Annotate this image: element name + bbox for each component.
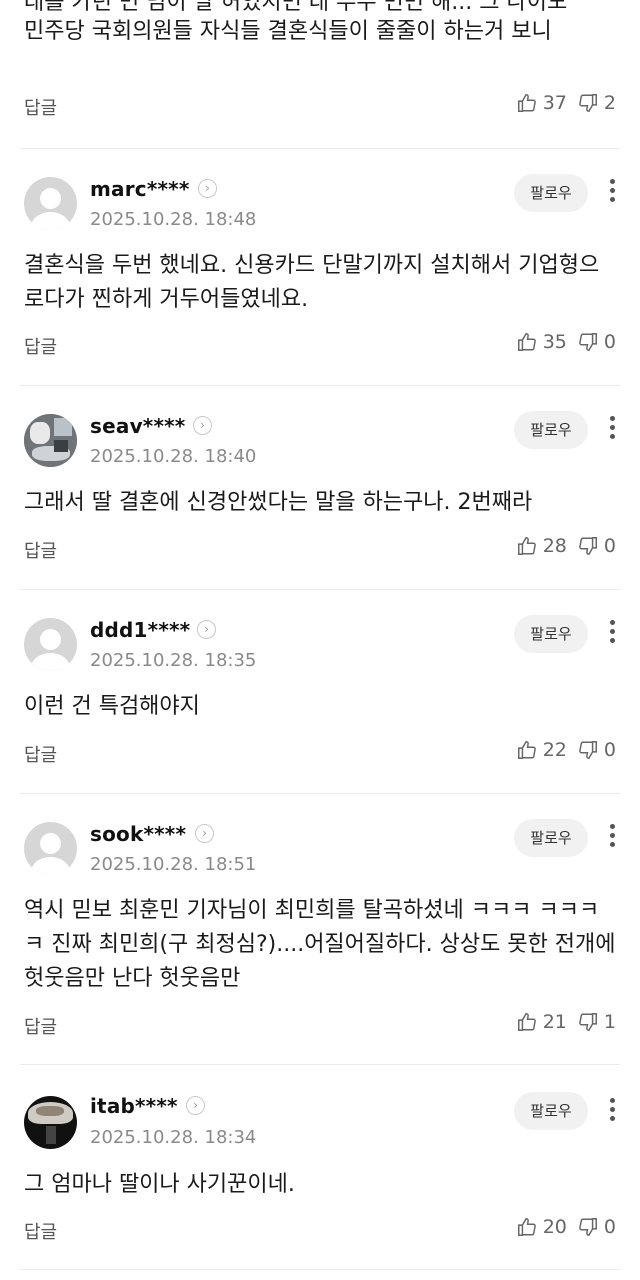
more-options-icon[interactable] xyxy=(608,179,616,206)
comment-date: 2025.10.28. 18:51 xyxy=(90,854,257,875)
comment-item: marc**** › 2025.10.28. 18:48 팔로우 결혼식을 두번… xyxy=(0,149,640,385)
dislike-count: 0 xyxy=(603,535,616,557)
follow-button[interactable]: 팔로우 xyxy=(514,1092,588,1130)
comment-text: 그래서 딸 결혼에 신경안썼다는 말을 하는구나. 2번째라 xyxy=(24,490,533,515)
comment-text: 그 엄마나 딸이나 사기꾼이네. xyxy=(24,1172,295,1197)
like-button[interactable]: 22 xyxy=(516,739,567,761)
comment-date: 2025.10.28. 18:40 xyxy=(90,446,257,467)
dislike-count: 0 xyxy=(603,739,616,761)
like-button[interactable]: 37 xyxy=(516,92,567,114)
like-count: 21 xyxy=(542,1011,567,1033)
thumbs-up-icon xyxy=(517,741,536,759)
follow-button[interactable]: 팔로우 xyxy=(514,819,588,857)
reactions: 21 1 xyxy=(516,1011,616,1033)
comment-item: ddd1**** › 2025.10.28. 18:35 팔로우 이런 건 특검… xyxy=(0,590,640,793)
thumbs-down-icon xyxy=(579,741,597,759)
follow-button[interactable]: 팔로우 xyxy=(514,174,588,212)
more-options-icon[interactable] xyxy=(608,1098,616,1125)
thumbs-down-icon xyxy=(579,537,597,555)
thumbs-down-icon xyxy=(579,94,597,112)
avatar[interactable] xyxy=(24,1096,77,1149)
chevron-right-icon[interactable]: › xyxy=(195,824,214,843)
like-count: 20 xyxy=(542,1216,567,1238)
dislike-count: 2 xyxy=(603,92,616,114)
like-button[interactable]: 21 xyxy=(516,1011,567,1033)
thumbs-up-icon xyxy=(517,94,536,112)
dislike-count: 0 xyxy=(603,331,616,353)
comment-item: sook**** › 2025.10.28. 18:51 팔로우 역시 믿보 최… xyxy=(0,794,640,1064)
username[interactable]: itab**** xyxy=(90,1094,178,1118)
comment-text: 역시 믿보 최훈민 기자님이 최민희를 탈곡하셨네 ㅋㅋㅋ ㅋㅋㅋㅋ 진짜 최민… xyxy=(24,898,616,991)
like-count: 37 xyxy=(542,92,567,114)
comment-feed: 대를 가던 면 님이 발 허었지면 대 무우 면면 해... 그 나이도 민주당… xyxy=(0,0,640,1280)
reply-button[interactable]: 답글 xyxy=(24,537,57,563)
dislike-button[interactable]: 0 xyxy=(577,1216,616,1238)
reply-button[interactable]: 답글 xyxy=(24,333,57,359)
username[interactable]: marc**** xyxy=(90,177,190,201)
comment-text: 민주당 국회의원들 자식들 결혼식들이 줄줄이 하는거 보니 xyxy=(24,19,552,44)
like-button[interactable]: 35 xyxy=(516,331,567,353)
username[interactable]: sook**** xyxy=(90,822,186,846)
reply-button[interactable]: 답글 xyxy=(24,1218,57,1244)
follow-button[interactable]: 팔로우 xyxy=(514,615,588,653)
reactions: 28 0 xyxy=(516,535,616,557)
follow-button[interactable]: 팔로우 xyxy=(514,411,588,449)
thumbs-down-icon xyxy=(579,1013,597,1031)
comment-date: 2025.10.28. 18:35 xyxy=(90,650,257,671)
reply-button[interactable]: 답글 xyxy=(24,94,57,120)
username[interactable]: ddd1**** xyxy=(90,618,190,642)
reactions: 35 0 xyxy=(516,331,616,353)
comment-item: itab**** › 2025.10.28. 18:34 팔로우 그 엄마나 딸… xyxy=(0,1065,640,1269)
dislike-count: 0 xyxy=(603,1216,616,1238)
divider xyxy=(20,1269,620,1270)
reactions: 37 2 xyxy=(516,92,616,114)
thumbs-up-icon xyxy=(517,333,536,351)
dislike-count: 1 xyxy=(603,1011,616,1033)
comment-text: 이런 건 특검해야지 xyxy=(24,694,200,719)
dislike-button[interactable]: 2 xyxy=(577,92,616,114)
thumbs-up-icon xyxy=(517,1218,536,1236)
dislike-button[interactable]: 0 xyxy=(577,331,616,353)
like-button[interactable]: 20 xyxy=(516,1216,567,1238)
dislike-button[interactable]: 1 xyxy=(577,1011,616,1033)
like-button[interactable]: 28 xyxy=(516,535,567,557)
comment-partial: 대를 가던 면 님이 발 허었지면 대 무우 면면 해... 그 나이도 민주당… xyxy=(0,0,640,148)
dislike-button[interactable]: 0 xyxy=(577,739,616,761)
more-options-icon[interactable] xyxy=(608,824,616,851)
more-options-icon[interactable] xyxy=(608,620,616,647)
comment-text: 결혼식을 두번 했네요. 신용카드 단말기까지 설치해서 기업형으로다가 찐하게… xyxy=(24,253,600,312)
username[interactable]: seav**** xyxy=(90,414,185,438)
comment-date: 2025.10.28. 18:48 xyxy=(90,209,257,230)
chevron-right-icon[interactable]: › xyxy=(198,179,217,198)
reactions: 20 0 xyxy=(516,1216,616,1238)
like-count: 22 xyxy=(542,739,567,761)
chevron-right-icon[interactable]: › xyxy=(186,1096,205,1115)
reactions: 22 0 xyxy=(516,739,616,761)
avatar[interactable] xyxy=(24,618,77,671)
avatar[interactable] xyxy=(24,414,77,467)
more-options-icon[interactable] xyxy=(608,416,616,443)
like-count: 28 xyxy=(542,535,567,557)
like-count: 35 xyxy=(542,331,567,353)
avatar[interactable] xyxy=(24,822,77,875)
thumbs-down-icon xyxy=(579,333,597,351)
dislike-button[interactable]: 0 xyxy=(577,535,616,557)
comment-item: seav**** › 2025.10.28. 18:40 팔로우 그래서 딸 결… xyxy=(0,386,640,589)
thumbs-up-icon xyxy=(517,537,536,555)
thumbs-down-icon xyxy=(579,1218,597,1236)
reply-button[interactable]: 답글 xyxy=(24,741,57,767)
thumbs-up-icon xyxy=(517,1013,536,1031)
avatar[interactable] xyxy=(24,177,77,230)
comment-date: 2025.10.28. 18:34 xyxy=(90,1127,257,1148)
chevron-right-icon[interactable]: › xyxy=(193,416,212,435)
reply-button[interactable]: 답글 xyxy=(24,1013,57,1039)
chevron-right-icon[interactable]: › xyxy=(197,620,216,639)
